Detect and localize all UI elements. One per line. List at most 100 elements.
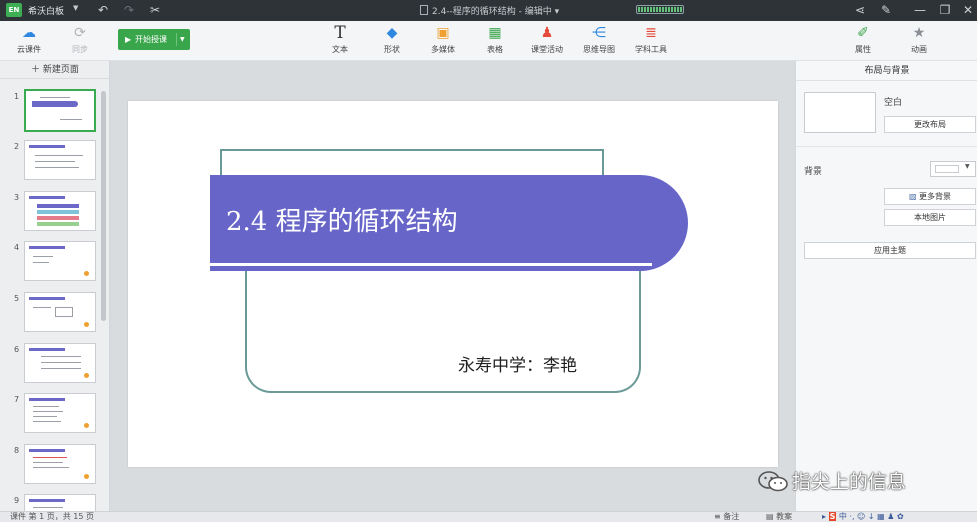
cloud-courseware-button[interactable]: ☁ 云课件 (7, 25, 51, 55)
thumb-header (29, 196, 65, 199)
app-name[interactable]: 希沃白板 (28, 4, 64, 17)
thumb-header (29, 499, 65, 502)
app-logo: EN (6, 3, 22, 17)
notes-label: 备注 (723, 512, 740, 521)
thumb-line (33, 307, 51, 308)
more-backgrounds-button[interactable]: ▨ 更多背景 (884, 188, 976, 205)
ime-tray[interactable]: ▸ S 中 ·, ☺ ↓ ▦ ♟ ✿ (822, 512, 977, 522)
sync-button[interactable]: ⟳ 同步 (58, 25, 102, 55)
page-thumbnail-4[interactable] (24, 241, 96, 281)
teaching-plan-button[interactable]: ▤ 教案 (766, 512, 792, 522)
table-icon: ▦ (488, 25, 502, 41)
slide-canvas-area: 2.4 程序的循环结构 永寿中学：李艳 (111, 61, 795, 511)
shape-icon: ◆ (386, 25, 398, 41)
slide-bottom-frame (245, 267, 641, 393)
thumbnail-number: 9 (14, 496, 20, 505)
properties-pane: 布局与背景 空白 更改布局 背景 ▼ ▨ 更多背景 本地图片 应用主题 (795, 61, 977, 511)
page-thumbnail-7[interactable] (24, 393, 96, 433)
play-icon: ▶ (125, 35, 132, 44)
slide-title-underline (210, 263, 652, 266)
new-page-button[interactable]: ＋ 新建页面 (0, 61, 109, 79)
slide-title[interactable]: 2.4 程序的循环结构 (226, 201, 458, 238)
properties-label: 属性 (855, 45, 871, 54)
local-image-button[interactable]: 本地图片 (884, 209, 976, 226)
start-teaching-button[interactable]: ▶ 开始授课 ▼ (118, 29, 190, 50)
cloud-label: 云课件 (17, 45, 41, 54)
thumbnail-number: 5 (14, 294, 20, 303)
apply-theme-button[interactable]: 应用主题 (804, 242, 976, 259)
layout-preview[interactable] (804, 92, 876, 133)
thumbnail-number: 6 (14, 345, 20, 354)
text-tool-button[interactable]: T 文本 (318, 25, 362, 55)
close-icon[interactable]: ✕ (960, 2, 976, 18)
document-title[interactable]: 2.4--程序的循环结构 - 编辑中 ▾ (420, 4, 570, 17)
sogou-icon: S (828, 512, 837, 521)
page-thumbnail-8[interactable] (24, 444, 96, 484)
shape-tool-button[interactable]: ◆ 形状 (370, 25, 414, 55)
thumb-line (35, 167, 79, 168)
thumb-line (33, 416, 57, 417)
start-teaching-label: 开始授课 (135, 35, 167, 44)
document-title-text: 2.4--程序的循环结构 - 编辑中 (432, 7, 552, 17)
slide-canvas[interactable]: 2.4 程序的循环结构 永寿中学：李艳 (128, 101, 778, 467)
thumbnail-number: 3 (14, 193, 20, 202)
share-icon[interactable]: ⋖ (852, 2, 868, 18)
activity-icon: ♟ (540, 25, 554, 41)
layout-name: 空白 (884, 98, 903, 108)
class-activity-button[interactable]: ♟ 课堂活动 (525, 25, 569, 55)
animation-tab[interactable]: ★ 动画 (897, 25, 941, 55)
class-activity-label: 课堂活动 (531, 45, 563, 54)
thumb-block (37, 210, 79, 214)
subject-tools-icon: ≣ (645, 25, 657, 41)
thumb-banner (32, 101, 78, 107)
main-toolbar: ☁ 云课件 ⟳ 同步 ▶ 开始授课 ▼ T 文本 ◆ 形状 ▣ 多媒体 ▦ 表格… (0, 21, 977, 61)
star-icon: ★ (912, 25, 926, 41)
media-tool-button[interactable]: ▣ 多媒体 (421, 25, 465, 55)
properties-tab[interactable]: ✐ 属性 (841, 25, 885, 55)
table-tool-label: 表格 (487, 45, 503, 54)
chevron-down-icon[interactable]: ▼ (180, 29, 185, 50)
subject-tools-label: 学科工具 (635, 45, 667, 54)
button-divider (176, 33, 177, 46)
pen-icon[interactable]: ✎ (878, 2, 894, 18)
page-thumbnail-6[interactable] (24, 343, 96, 383)
undo-icon[interactable]: ↶ (95, 2, 111, 18)
thumb-line (33, 411, 63, 412)
slide-author[interactable]: 永寿中学：李艳 (458, 351, 577, 376)
app-menu-chevron-icon[interactable]: ▼ (73, 4, 78, 12)
page-info: 课件 第 1 页，共 15 页 (10, 512, 94, 521)
tray-text: 中 ·, ☺ ↓ ▦ ♟ ✿ (838, 512, 904, 521)
color-swatch (935, 165, 959, 173)
change-layout-button[interactable]: 更改布局 (884, 116, 976, 133)
table-tool-button[interactable]: ▦ 表格 (473, 25, 517, 55)
page-thumbnail-2[interactable] (24, 140, 96, 180)
thumb-line (33, 262, 49, 263)
redo-icon[interactable]: ↷ (121, 2, 137, 18)
mindmap-icon: ⋲ (592, 25, 606, 41)
file-icon (420, 5, 428, 15)
page-thumbnail-1[interactable] (24, 89, 96, 132)
cut-icon[interactable]: ✂ (147, 2, 163, 18)
new-page-label: 新建页面 (42, 65, 79, 75)
thumb-badge (84, 423, 89, 428)
media-tool-label: 多媒体 (431, 45, 455, 54)
chevron-down-icon: ▼ (965, 163, 970, 170)
minimize-icon[interactable]: — (912, 2, 928, 18)
page-thumbnail-3[interactable] (24, 191, 96, 231)
thumb-badge (84, 373, 89, 378)
background-color-picker[interactable]: ▼ (930, 161, 976, 177)
teaching-plan-label: 教案 (776, 512, 793, 521)
thumbnail-number: 1 (14, 92, 20, 101)
subject-tools-button[interactable]: ≣ 学科工具 (629, 25, 673, 55)
mindmap-tool-label: 思维导图 (583, 45, 615, 54)
restore-icon[interactable]: ❐ (937, 2, 953, 18)
thumb-line (33, 421, 61, 422)
mindmap-tool-button[interactable]: ⋲ 思维导图 (577, 25, 621, 55)
thumbnail-scrollbar[interactable] (101, 91, 106, 321)
thumb-line (33, 462, 63, 463)
watermark-text: 指尖上的信息 (791, 471, 906, 493)
animation-label: 动画 (911, 45, 927, 54)
page-thumbnail-9[interactable] (24, 494, 96, 511)
page-thumbnail-5[interactable] (24, 292, 96, 332)
notes-button[interactable]: ≡ 备注 (714, 512, 739, 522)
